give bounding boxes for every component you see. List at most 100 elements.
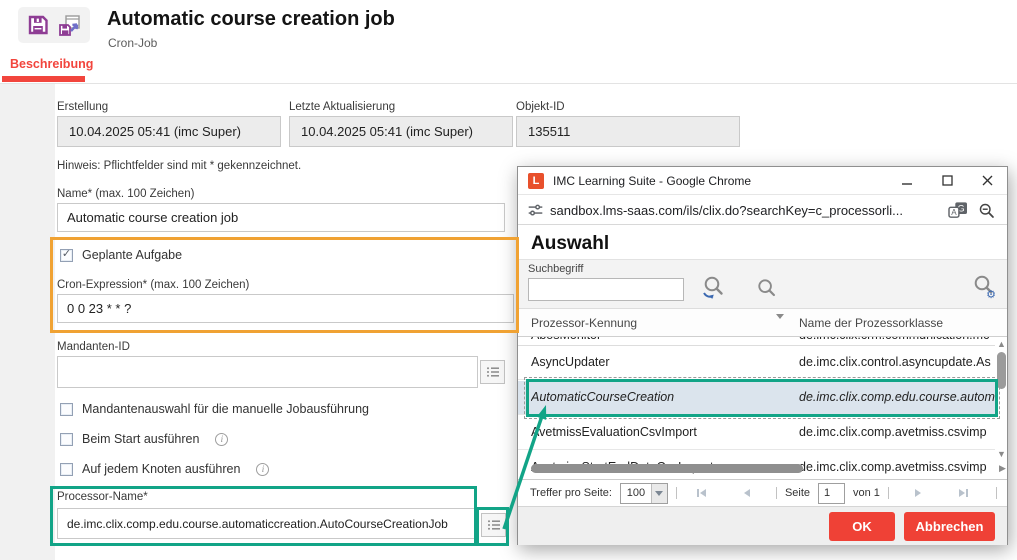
run-on-start-checkbox[interactable] — [60, 433, 73, 446]
processor-label: Processor-Name* — [57, 491, 148, 503]
processor-picker-button[interactable] — [481, 513, 506, 537]
url-text[interactable]: sandbox.lms-saas.com/ils/clix.do?searchK… — [550, 203, 948, 218]
search-refresh-button[interactable] — [700, 274, 727, 301]
zoom-out-icon — [978, 202, 995, 219]
last-page-button[interactable] — [947, 489, 980, 497]
close-icon — [982, 175, 993, 186]
mandatory-hint: Hinweis: Pflichtfelder sind mit * gekenn… — [57, 160, 301, 172]
translate-button[interactable]: G A — [948, 201, 968, 219]
tune-icon — [527, 202, 544, 219]
name-input[interactable]: Automatic course creation job — [57, 203, 505, 232]
mandant-label: Mandanten-ID — [57, 341, 130, 353]
mandant-selection-checkbox[interactable] — [60, 403, 73, 416]
cell-kennung: AutomaticCourseCreation — [531, 390, 781, 404]
objekt-id-label: Objekt-ID — [516, 101, 565, 113]
per-page-select[interactable]: 100 — [620, 483, 668, 504]
list-picker-icon — [487, 519, 501, 531]
erstellung-value: 10.04.2025 05:41 (imc Super) — [57, 116, 281, 147]
chevron-down-icon — [655, 491, 663, 496]
search-settings-icon: ⚙ — [970, 273, 998, 301]
cell-klasse: de.imc.clix.comp.avetmiss.csvimp — [799, 425, 995, 439]
maximize-button[interactable] — [927, 167, 967, 195]
previous-page-button[interactable] — [732, 489, 762, 497]
cell-klasse: de.imc.clix.control.asyncupdate.As — [799, 355, 995, 369]
vertical-scrollbar-thumb[interactable] — [997, 352, 1006, 389]
scroll-down-icon[interactable]: ▼ — [997, 450, 1006, 459]
run-on-every-node-label: Auf jedem Knoten ausführen — [82, 462, 240, 476]
processor-input[interactable]: de.imc.clix.comp.edu.course.automaticcre… — [57, 508, 478, 539]
cell-klasse: de.imc.clix.crm.communication.mc — [799, 337, 989, 342]
info-icon[interactable]: i — [256, 463, 269, 476]
chevron-down-icon — [776, 314, 784, 333]
scroll-up-icon[interactable]: ▲ — [997, 340, 1006, 349]
search-input[interactable] — [528, 278, 684, 301]
mandant-input[interactable] — [57, 356, 478, 388]
search-icon — [754, 276, 779, 301]
first-page-button[interactable] — [685, 489, 718, 497]
svg-text:A: A — [951, 208, 957, 217]
search-band: Suchbegriff ⚙ — [518, 259, 1007, 309]
mandant-picker-button[interactable] — [480, 360, 505, 384]
last-page-icon — [959, 489, 965, 497]
next-page-icon — [915, 489, 921, 497]
maximize-icon — [942, 175, 953, 186]
table-body: AbosMonitor de.imc.clix.crm.communicatio… — [518, 337, 1007, 479]
column-sort-dropdown[interactable] — [776, 319, 784, 333]
letzte-aktualisierung-label: Letzte Aktualisierung — [289, 101, 395, 113]
search-button[interactable] — [754, 276, 779, 301]
save-button[interactable] — [24, 11, 52, 39]
site-settings-button[interactable] — [527, 202, 544, 219]
ok-button[interactable]: OK — [829, 512, 895, 541]
page-number-input[interactable]: 1 — [818, 483, 845, 504]
tab-beschreibung[interactable]: Beschreibung — [10, 57, 93, 71]
page-count-label: von 1 — [853, 487, 880, 499]
cron-label: Cron-Expression* (max. 100 Zeichen) — [57, 279, 249, 291]
scheduled-checkbox-label: Geplante Aufgabe — [82, 248, 182, 262]
cron-input[interactable]: 0 0 23 * * ? — [57, 294, 514, 323]
objekt-id-value: 135511 — [516, 116, 740, 147]
minimize-icon — [902, 175, 913, 186]
popup-footer: OK Abbrechen — [518, 506, 1007, 545]
per-page-dropdown-button[interactable] — [651, 484, 667, 503]
run-on-start-checkbox-row: Beim Start ausführen i — [60, 432, 228, 446]
table-row[interactable]: AvetmissEvaluationCsvImport de.imc.clix.… — [518, 416, 995, 450]
cell-kennung: AvetmissEvaluationCsvImport — [531, 425, 781, 439]
pagination-bar: Treffer pro Seite: 100 Seite 1 von 1 — [518, 479, 1007, 506]
per-page-value: 100 — [621, 484, 651, 503]
table-header: Prozessor-Kennung Name der Prozessorklas… — [518, 309, 1007, 337]
column-header-kennung[interactable]: Prozessor-Kennung — [531, 316, 637, 330]
save-and-exit-button[interactable] — [56, 11, 84, 39]
header-toolbar — [18, 7, 90, 43]
minimize-button[interactable] — [887, 167, 927, 195]
run-on-every-node-checkbox[interactable] — [60, 463, 73, 476]
favicon-icon: L — [528, 173, 544, 189]
cancel-button[interactable]: Abbrechen — [904, 512, 995, 541]
next-page-button[interactable] — [903, 489, 933, 497]
column-header-klasse[interactable]: Name der Prozessorklasse — [799, 316, 943, 330]
table-row[interactable]: AsyncUpdater de.imc.clix.control.asyncup… — [518, 346, 995, 380]
table-row-partial[interactable]: AbosMonitor de.imc.clix.crm.communicatio… — [518, 337, 995, 346]
search-settings-button[interactable]: ⚙ — [970, 273, 998, 301]
search-label: Suchbegriff — [528, 263, 583, 275]
zoom-out-button[interactable] — [978, 202, 995, 219]
close-button[interactable] — [967, 167, 1007, 195]
selection-popup-window: L IMC Learning Suite - Google Chrome — [517, 166, 1008, 545]
left-gutter — [0, 84, 55, 560]
cell-kennung: AbosMonitor — [531, 337, 601, 342]
page-title: Automatic course creation job — [107, 8, 395, 31]
cell-klasse: de.imc.clix.comp.edu.course.autom — [799, 390, 995, 404]
info-icon[interactable]: i — [215, 433, 228, 446]
name-label: Name* (max. 100 Zeichen) — [57, 188, 194, 200]
popup-titlebar[interactable]: L IMC Learning Suite - Google Chrome — [518, 167, 1007, 195]
scheduled-checkbox[interactable] — [60, 249, 73, 262]
save-and-exit-icon — [57, 13, 83, 37]
horizontal-scrollbar-thumb[interactable] — [531, 464, 803, 473]
cell-klasse: de.imc.clix.comp.avetmiss.csvimp — [799, 460, 995, 474]
tabbar-divider — [0, 83, 1017, 84]
svg-text:⚙: ⚙ — [986, 289, 996, 301]
letzte-aktualisierung-value: 10.04.2025 05:41 (imc Super) — [289, 116, 513, 147]
table-row-selected[interactable]: AutomaticCourseCreation de.imc.clix.comp… — [518, 381, 995, 415]
pagination-separator — [888, 487, 889, 499]
scroll-right-icon[interactable]: ▶ — [999, 464, 1006, 473]
popup-urlbar: sandbox.lms-saas.com/ils/clix.do?searchK… — [518, 196, 1007, 225]
